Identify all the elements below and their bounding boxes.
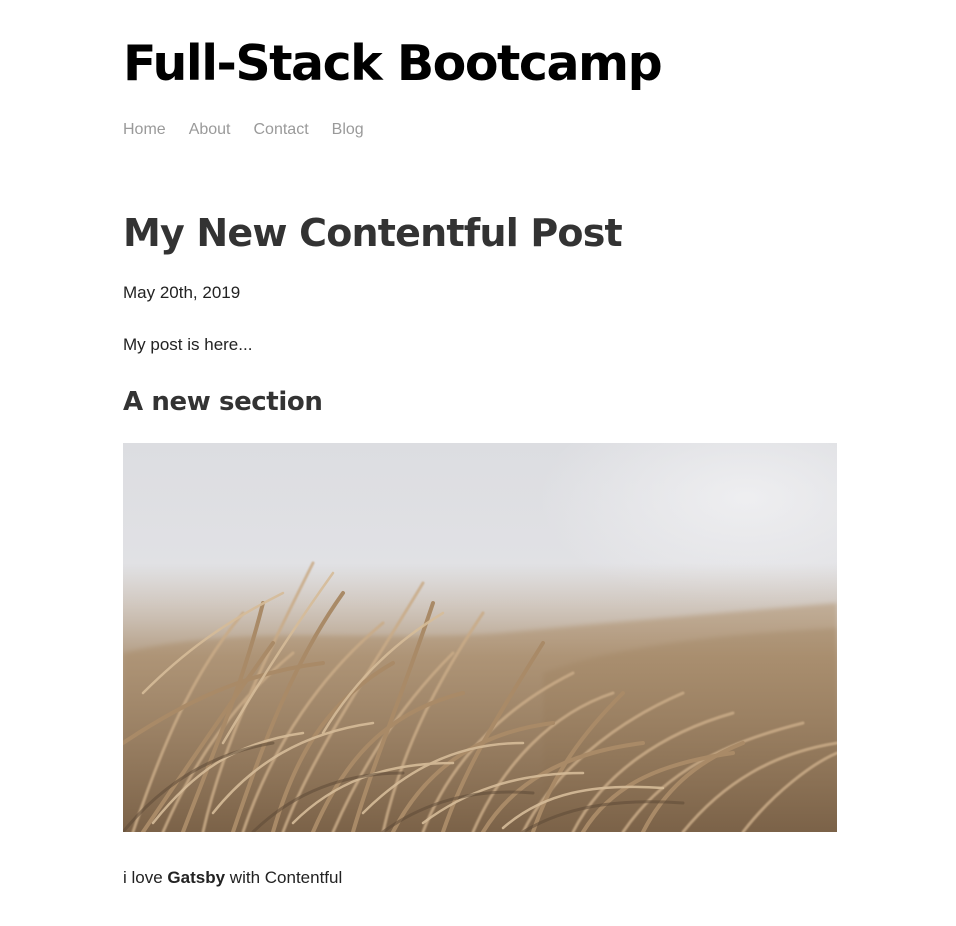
- nav-link-blog[interactable]: Blog: [332, 121, 364, 138]
- post-footer-prefix: i love: [123, 868, 163, 887]
- nav-item-contact: Contact: [254, 120, 309, 140]
- section-heading: A new section: [123, 387, 323, 417]
- site-title[interactable]: Full-Stack Bootcamp: [123, 34, 663, 94]
- post-date: May 20th, 2019: [123, 283, 241, 302]
- nav-item-home: Home: [123, 120, 166, 140]
- nav-link-home[interactable]: Home: [123, 121, 166, 138]
- main-nav: Home About Contact Blog: [123, 120, 364, 140]
- dried-grass-photo: [123, 443, 837, 832]
- post-footer-suffix: with Contentful: [229, 868, 343, 887]
- nav-link-contact[interactable]: Contact: [254, 121, 309, 138]
- post-footer-emphasis: Gatsby: [167, 868, 226, 887]
- post-intro: My post is here...: [123, 335, 253, 354]
- post-footer-text: i love Gatsby with Contentful: [123, 867, 342, 889]
- post-title: My New Contentful Post: [123, 211, 623, 255]
- nav-item-about: About: [189, 120, 231, 140]
- nav-item-blog: Blog: [332, 120, 364, 140]
- nav-link-about[interactable]: About: [189, 121, 231, 138]
